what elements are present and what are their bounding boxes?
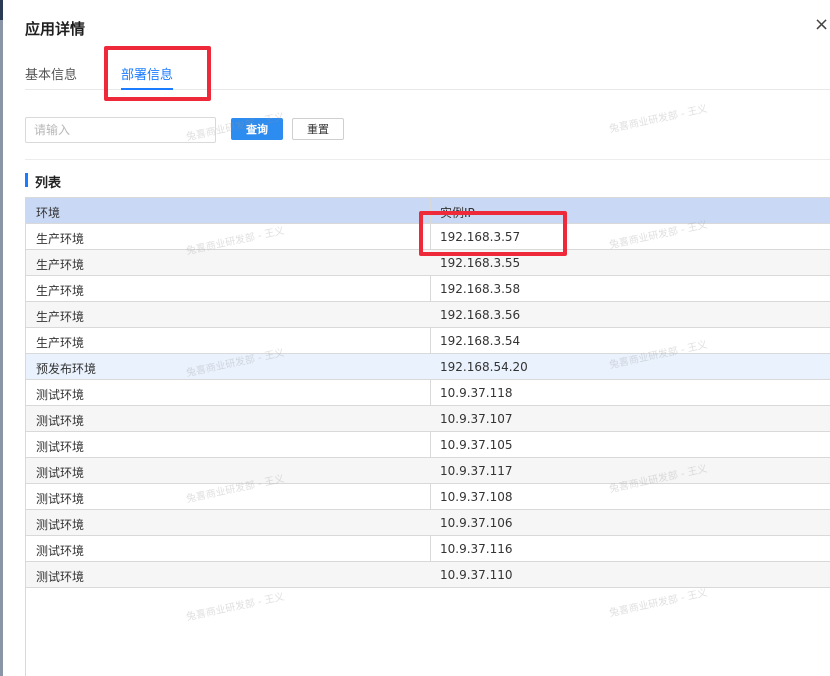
table-row[interactable]: 测试环境 10.9.37.108 — [26, 484, 830, 510]
env-cell: 生产环境 — [36, 310, 85, 324]
ip-cell: 10.9.37.116 — [440, 542, 513, 556]
divider — [25, 159, 830, 160]
env-cell: 测试环境 — [36, 388, 85, 402]
env-cell: 生产环境 — [36, 232, 85, 246]
ip-cell: 192.168.3.58 — [440, 282, 521, 296]
env-cell: 生产环境 — [36, 336, 85, 350]
env-cell: 测试环境 — [36, 570, 85, 584]
ip-cell: 192.168.3.56 — [440, 308, 521, 322]
ip-cell: 10.9.37.117 — [440, 464, 513, 478]
env-cell: 测试环境 — [36, 492, 85, 506]
annotation-highlight-ip — [419, 211, 567, 256]
dialog-title: 应用详情 — [25, 20, 86, 38]
ip-cell: 10.9.37.105 — [440, 438, 513, 452]
instance-table: 环境 实例IP 生产环境 192.168.3.57 生产环境 192.168.3… — [25, 197, 830, 676]
table-row[interactable]: 预发布环境 192.168.54.20 — [26, 354, 830, 380]
query-button[interactable]: 查询 — [231, 118, 283, 140]
watermark: 兔喜商业研发部 - 王义 — [608, 103, 709, 136]
table-row[interactable]: 测试环境 10.9.37.110 — [26, 562, 830, 588]
tab-basic-info[interactable]: 基本信息 — [25, 64, 77, 83]
section-accent-bar — [25, 173, 28, 187]
table-row[interactable]: 测试环境 10.9.37.105 — [26, 432, 830, 458]
ip-cell: 10.9.37.118 — [440, 386, 513, 400]
env-cell: 测试环境 — [36, 466, 85, 480]
env-cell: 测试环境 — [36, 440, 85, 454]
ip-cell: 10.9.37.110 — [440, 568, 513, 582]
ip-cell: 10.9.37.106 — [440, 516, 513, 530]
env-cell: 生产环境 — [36, 258, 85, 272]
table-row[interactable]: 生产环境 192.168.3.54 — [26, 328, 830, 354]
column-header-env: 环境 — [36, 206, 61, 220]
table-row[interactable]: 测试环境 10.9.37.117 — [26, 458, 830, 484]
env-cell: 测试环境 — [36, 544, 85, 558]
reset-button[interactable]: 重置 — [292, 118, 344, 140]
ip-cell: 10.9.37.107 — [440, 412, 513, 426]
env-cell: 生产环境 — [36, 284, 85, 298]
table-row[interactable]: 测试环境 10.9.37.116 — [26, 536, 830, 562]
table-row[interactable]: 测试环境 10.9.37.107 — [26, 406, 830, 432]
close-icon[interactable]: × — [814, 16, 829, 34]
env-cell: 测试环境 — [36, 414, 85, 428]
table-row[interactable]: 测试环境 10.9.37.118 — [26, 380, 830, 406]
table-row[interactable]: 测试环境 10.9.37.106 — [26, 510, 830, 536]
app-detail-dialog: 应用详情 × 基本信息 部署信息 查询 重置 列表 环境 实例IP 生产环境 1… — [3, 0, 830, 676]
env-cell: 预发布环境 — [36, 362, 97, 376]
ip-cell: 192.168.3.54 — [440, 334, 521, 348]
table-row[interactable]: 生产环境 192.168.3.56 — [26, 302, 830, 328]
ip-cell: 10.9.37.108 — [440, 490, 513, 504]
section-title: 列表 — [35, 176, 62, 191]
search-input[interactable] — [25, 117, 216, 143]
ip-cell: 192.168.3.55 — [440, 256, 521, 270]
annotation-highlight-tab — [104, 46, 211, 101]
ip-cell: 192.168.54.20 — [440, 360, 528, 374]
table-row[interactable]: 生产环境 192.168.3.58 — [26, 276, 830, 302]
env-cell: 测试环境 — [36, 518, 85, 532]
